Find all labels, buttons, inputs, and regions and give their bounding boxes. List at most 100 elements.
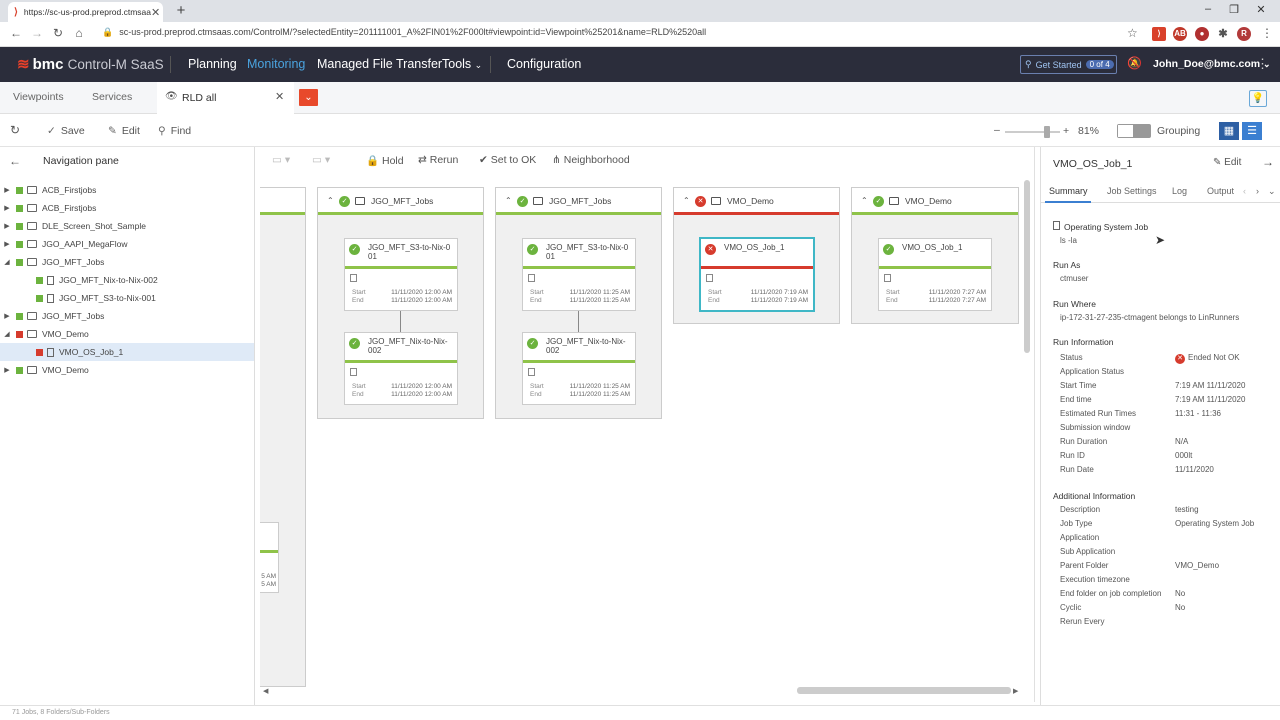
find-button[interactable]: ⚲ Find xyxy=(158,125,191,137)
bmc-extension-icon[interactable]: ⟩ xyxy=(1152,27,1166,41)
zoom-slider-track[interactable] xyxy=(1005,131,1060,133)
more-options-icon[interactable]: ⋮ xyxy=(1256,56,1269,72)
notifications-off-icon[interactable]: 🔕 xyxy=(1127,56,1142,70)
zoom-out-icon[interactable]: – xyxy=(994,124,1000,136)
extensions-puzzle-icon[interactable]: ✱ xyxy=(1216,27,1230,41)
job-node[interactable]: ✓ JGO_MFT_S3-to-Nix-0 01 Start End 11/11/… xyxy=(344,238,458,311)
job-node[interactable]: ✓ JGO_MFT_Nix-to-Nix-002 Start End 11/11/… xyxy=(344,332,458,405)
browser-tab[interactable]: ⟩ https://sc-us-prod.preprod.ctmsaa ✕ xyxy=(8,2,163,22)
back-icon[interactable]: ← xyxy=(8,26,24,42)
horizontal-scrollbar[interactable] xyxy=(797,687,1011,694)
chevron-up-icon[interactable]: ⌃ xyxy=(861,196,868,205)
add-viewpoint-dropdown-button[interactable]: ⌄ xyxy=(299,89,318,106)
profile-avatar[interactable]: R xyxy=(1237,27,1251,41)
home-icon[interactable]: ⌂ xyxy=(71,26,87,42)
minimize-window-icon[interactable]: – xyxy=(1200,3,1216,19)
save-button[interactable]: ✓ Save xyxy=(47,125,85,137)
detail-field-value: 7:19 AM 11/11/2020 xyxy=(1175,381,1246,390)
tabs-next-icon[interactable]: › xyxy=(1256,186,1259,196)
grouping-toggle[interactable] xyxy=(1117,124,1151,138)
tab-log[interactable]: Log xyxy=(1172,186,1187,196)
menu-managed-file-transfer[interactable]: Managed File Transfer xyxy=(317,57,442,71)
edit-job-button[interactable]: ✎ Edit xyxy=(1213,157,1241,168)
job-name: JGO_MFT_S3-to-Nix-0 01 xyxy=(546,243,629,261)
refresh-icon[interactable]: ↻ xyxy=(10,123,20,137)
menu-monitoring[interactable]: Monitoring xyxy=(247,57,305,71)
nav-tree-item[interactable]: JGO_MFT_S3-to-Nix-001 xyxy=(0,289,254,307)
tab-job-settings[interactable]: Job Settings xyxy=(1107,186,1157,196)
job-node[interactable]: ✓ JGO_MFT_Nix-to-Nix-002 Start End 11/11/… xyxy=(522,332,636,405)
job-node[interactable]: ✓ JGO_MFT_S3-to-Nix-0 01 Start End 11/11/… xyxy=(522,238,636,311)
nav-tree-item[interactable]: ▶ JGO_AAPI_MegaFlow xyxy=(0,235,254,253)
nav-tree-item[interactable]: JGO_MFT_Nix-to-Nix-002 xyxy=(0,271,254,289)
nav-tree-item[interactable]: ▶ ACB_Firstjobs xyxy=(0,181,254,199)
hold-button[interactable]: 🔒 Hold xyxy=(366,154,404,167)
get-started-button[interactable]: ⚲ Get Started 0 of 4 xyxy=(1020,55,1117,74)
zoom-in-icon[interactable]: + xyxy=(1063,125,1069,137)
dependency-arrow xyxy=(400,311,401,332)
menu-tools[interactable]: Tools ⌄ xyxy=(442,57,482,71)
tab-output[interactable]: Output xyxy=(1207,186,1234,196)
list-view-icon[interactable]: ☰ xyxy=(1242,122,1262,140)
expand-toggle-icon[interactable]: ▶ xyxy=(2,240,12,248)
rerun-button[interactable]: ⇄ Rerun xyxy=(418,154,458,166)
forward-icon[interactable]: → xyxy=(29,26,45,42)
nav-tree-label: JGO_MFT_S3-to-Nix-001 xyxy=(59,293,156,303)
close-viewpoint-icon[interactable]: ✕ xyxy=(275,90,284,103)
scroll-right-icon[interactable]: ▶ xyxy=(1013,687,1018,695)
tab-summary[interactable]: Summary xyxy=(1049,186,1088,196)
maximize-window-icon[interactable]: ❐ xyxy=(1226,3,1242,19)
browser-menu-icon[interactable]: ⋮ xyxy=(1261,26,1273,40)
expand-toggle-icon[interactable]: ▶ xyxy=(2,312,12,320)
expand-toggle-icon[interactable]: ▶ xyxy=(2,222,12,230)
edit-button[interactable]: ✎ Edit xyxy=(108,125,140,137)
close-window-icon[interactable]: ✕ xyxy=(1253,3,1269,19)
grid-view-icon[interactable]: ▦ xyxy=(1219,122,1239,140)
tabs-prev-icon[interactable]: ‹ xyxy=(1243,186,1246,196)
nav-tree-item[interactable]: ◢ JGO_MFT_Jobs xyxy=(0,253,254,271)
neighborhood-button[interactable]: ⋔ Neighborhood xyxy=(552,154,630,166)
user-menu[interactable]: John_Doe@bmc.com ⌄ xyxy=(1153,58,1271,70)
url-field[interactable]: 🔒 sc-us-prod.preprod.ctmsaas.com/ControlM… xyxy=(102,27,706,38)
menu-planning[interactable]: Planning xyxy=(188,57,237,71)
reload-icon[interactable]: ↻ xyxy=(50,26,66,42)
tab-services[interactable]: Services xyxy=(92,91,132,103)
close-panel-arrow-icon[interactable]: → xyxy=(1262,155,1274,169)
chevron-up-icon[interactable]: ⌃ xyxy=(683,196,690,205)
job-node[interactable]: ✓ VMO_OS_Job_1 Start End 11/11/2020 7:27 … xyxy=(878,238,992,311)
collapse-pane-icon[interactable]: ← xyxy=(9,154,21,168)
new-tab-button[interactable]: + xyxy=(172,2,190,20)
adblock-extension-icon[interactable]: AB xyxy=(1173,27,1187,41)
tabs-more-icon[interactable]: ⌄ xyxy=(1268,186,1276,197)
expand-toggle-icon[interactable]: ▶ xyxy=(2,366,12,374)
expand-toggle-icon[interactable]: ◢ xyxy=(2,258,12,266)
menu-configuration[interactable]: Configuration xyxy=(507,57,581,71)
chevron-up-icon[interactable]: ⌃ xyxy=(505,196,512,205)
expand-toggle-icon[interactable]: ▶ xyxy=(2,204,12,212)
job-node-selected[interactable]: ✕ VMO_OS_Job_1 Start End 11/11/2020 7:19 … xyxy=(699,237,815,312)
record-extension-icon[interactable]: ● xyxy=(1195,27,1209,41)
scroll-left-icon[interactable]: ◀ xyxy=(263,687,268,695)
lightbulb-icon[interactable]: 💡 xyxy=(1249,90,1267,107)
bmc-logo[interactable]: ≋ bmc Control-M SaaS xyxy=(17,55,164,73)
nav-tree-item[interactable]: ▶ JGO_MFT_Jobs xyxy=(0,307,254,325)
nav-tree-item[interactable]: ◢ VMO_Demo xyxy=(0,325,254,343)
chevron-up-icon[interactable]: ⌃ xyxy=(327,196,334,205)
nav-tree-item[interactable]: VMO_OS_Job_1 xyxy=(0,343,254,361)
tab-rld-all[interactable]: 👁 RLD all ✕ xyxy=(157,82,294,114)
close-tab-icon[interactable]: ✕ xyxy=(151,6,160,19)
detail-field-label: Application Status xyxy=(1060,367,1125,376)
folder-icon xyxy=(27,186,37,194)
nav-tree-item[interactable]: ▶ ACB_Firstjobs xyxy=(0,199,254,217)
expand-toggle-icon[interactable]: ▶ xyxy=(2,186,12,194)
expand-toggle-icon[interactable]: ◢ xyxy=(2,330,12,338)
nav-tree-item[interactable]: ▶ DLE_Screen_Shot_Sample xyxy=(0,217,254,235)
vertical-scrollbar[interactable] xyxy=(1024,180,1030,353)
nav-tree-item[interactable]: ▶ VMO_Demo xyxy=(0,361,254,379)
tab-viewpoints[interactable]: Viewpoints xyxy=(13,91,64,103)
job-node-partial[interactable]: 5 AM 5 AM xyxy=(260,522,279,593)
folder-partial[interactable] xyxy=(260,187,306,687)
bookmark-star-icon[interactable]: ☆ xyxy=(1127,26,1138,40)
set-to-ok-button[interactable]: ✔ Set to OK xyxy=(479,154,536,166)
zoom-slider-handle[interactable] xyxy=(1044,126,1050,138)
